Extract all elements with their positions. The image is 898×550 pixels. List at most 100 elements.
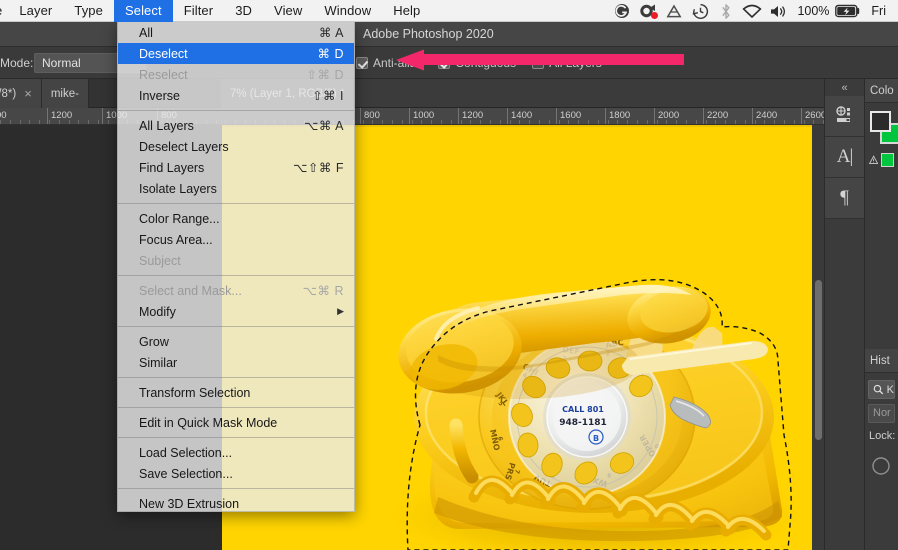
ruler-minor-tick bbox=[480, 120, 482, 124]
menu-item-shortcut: ⌘ D bbox=[317, 47, 344, 61]
ruler-minor-tick bbox=[764, 120, 766, 124]
document-tab[interactable]: mike- bbox=[41, 79, 89, 108]
warning-icon[interactable] bbox=[869, 154, 879, 166]
ruler-minor-tick bbox=[460, 120, 462, 124]
ruler-minor-tick bbox=[392, 120, 393, 124]
menu-item-new-3d-extrusion[interactable]: New 3D Extrusion bbox=[118, 493, 354, 511]
menu-item-grow[interactable]: Grow bbox=[118, 331, 354, 352]
ruler-minor-tick bbox=[519, 120, 521, 124]
panel-icon-rail: « A| ¶ bbox=[824, 79, 864, 550]
document-tab[interactable]: , RGB/8*) × bbox=[0, 79, 42, 108]
menu-item-shortcut: ⌥⌘ A bbox=[303, 119, 344, 133]
menu-item-modify[interactable]: Modify ▶ bbox=[118, 301, 354, 322]
menu-item-all-layers[interactable]: All Layers ⌥⌘ A bbox=[118, 115, 354, 136]
menu-item-label: Grow bbox=[139, 334, 169, 349]
time-machine-icon bbox=[692, 3, 709, 19]
canvas-vertical-scrollbar[interactable] bbox=[812, 125, 824, 550]
ruler-minor-tick bbox=[656, 120, 658, 124]
ruler-minor-tick bbox=[78, 120, 80, 124]
contiguous-checkbox[interactable]: Contiguous bbox=[438, 56, 516, 70]
menu-item-deselect[interactable]: Deselect ⌘ D bbox=[118, 43, 354, 64]
menu-window[interactable]: Window bbox=[313, 0, 382, 22]
ruler-minor-tick bbox=[107, 120, 109, 124]
layer-filter-search[interactable]: K bbox=[868, 380, 895, 399]
ruler-minor-tick bbox=[49, 120, 50, 124]
ruler-minor-tick bbox=[803, 120, 805, 124]
dial-card-line1: CALL 801 bbox=[562, 405, 604, 414]
app-menu-items: e Layer Type Select Filter 3D View Windo… bbox=[0, 0, 431, 22]
ruler-minor-tick bbox=[548, 120, 550, 124]
eye-icon[interactable] bbox=[871, 456, 891, 476]
battery-percent-label[interactable]: 100% bbox=[791, 0, 833, 22]
paragraph-panel-button[interactable]: ¶ bbox=[825, 178, 864, 219]
menu-item-similar[interactable]: Similar bbox=[118, 352, 354, 373]
menu-type[interactable]: Type bbox=[63, 0, 114, 22]
svg-text:B: B bbox=[593, 434, 599, 443]
ruler-minor-tick bbox=[686, 120, 687, 124]
all-layers-checkbox[interactable]: All Layers bbox=[532, 56, 602, 70]
foreground-color-swatch[interactable] bbox=[870, 111, 891, 132]
color-panel-title[interactable]: Colo bbox=[865, 79, 898, 103]
menu-item-color-range[interactable]: Color Range... bbox=[118, 208, 354, 229]
layer-thumbnail[interactable] bbox=[865, 444, 898, 481]
grammarly-menu-item[interactable] bbox=[609, 0, 635, 22]
ruler-minor-tick bbox=[411, 120, 413, 124]
scrollbar-thumb[interactable] bbox=[815, 280, 822, 440]
menu-item-save-selection[interactable]: Save Selection... bbox=[118, 463, 354, 484]
tab-title: , RGB/8*) bbox=[0, 87, 17, 100]
close-icon[interactable]: × bbox=[24, 87, 32, 100]
menu-view[interactable]: View bbox=[263, 0, 313, 22]
menu-layer[interactable]: Layer bbox=[8, 0, 63, 22]
menu-item-label: Load Selection... bbox=[139, 445, 233, 460]
ruler-minor-tick bbox=[490, 120, 491, 124]
volume-menu-item[interactable] bbox=[765, 0, 791, 22]
menu-item-isolate-layers[interactable]: Isolate Layers bbox=[118, 178, 354, 199]
history-panel-title[interactable]: Hist bbox=[865, 349, 898, 373]
menu-3d[interactable]: 3D bbox=[224, 0, 263, 22]
dial-card-line2: 948-1181 bbox=[559, 418, 607, 428]
time-machine-menu-item[interactable] bbox=[687, 0, 713, 22]
menu-item-deselect-layers[interactable]: Deselect Layers bbox=[118, 136, 354, 157]
menu-item-find-layers[interactable]: Find Layers ⌥⇧⌘ F bbox=[118, 157, 354, 178]
menu-help[interactable]: Help bbox=[382, 0, 431, 22]
color-swatches[interactable] bbox=[869, 111, 898, 145]
menu-separator bbox=[118, 203, 354, 204]
menu-item-inverse[interactable]: Inverse ⇧⌘ I bbox=[118, 85, 354, 106]
menu-item-edit-in-quick-mask-mode[interactable]: Edit in Quick Mask Mode bbox=[118, 412, 354, 433]
macos-menu-bar: e Layer Type Select Filter 3D View Windo… bbox=[0, 0, 898, 22]
menu-item-label: Inverse bbox=[139, 88, 180, 103]
gamut-color-swatch[interactable] bbox=[881, 153, 894, 167]
menu-item-load-selection[interactable]: Load Selection... bbox=[118, 442, 354, 463]
menu-item-focus-area[interactable]: Focus Area... bbox=[118, 229, 354, 250]
ruler-minor-tick bbox=[529, 120, 531, 124]
screen-record-menu-item[interactable] bbox=[635, 0, 661, 22]
ruler-minor-tick bbox=[441, 120, 442, 124]
ruler-minor-tick bbox=[98, 120, 99, 124]
menu-image-clipped[interactable]: e bbox=[0, 0, 8, 22]
anti-alias-checkbox[interactable]: Anti-alias bbox=[356, 56, 422, 70]
contiguous-label: Contiguous bbox=[455, 56, 517, 70]
menu-item-label: Modify bbox=[139, 304, 176, 319]
google-drive-menu-item[interactable] bbox=[661, 0, 687, 22]
layer-blend-mode-dropdown[interactable]: Nor bbox=[868, 404, 895, 423]
libraries-panel-button[interactable] bbox=[825, 96, 864, 137]
battery-menu-item[interactable] bbox=[833, 0, 863, 22]
wifi-menu-item[interactable] bbox=[739, 0, 765, 22]
ruler-minor-tick bbox=[372, 120, 374, 124]
menu-separator bbox=[118, 437, 354, 438]
ruler-minor-tick bbox=[744, 120, 746, 124]
collapse-panels-button[interactable]: « bbox=[825, 79, 864, 96]
select-dropdown-menu[interactable]: All ⌘ A Deselect ⌘ D Reselect ⇧⌘ D Inverse ⇧⌘ I… bbox=[117, 22, 355, 512]
color-panel-body bbox=[865, 103, 898, 173]
menu-filter[interactable]: Filter bbox=[173, 0, 225, 22]
menu-item-all[interactable]: All ⌘ A bbox=[118, 22, 354, 43]
menu-separator bbox=[118, 407, 354, 408]
clock-label[interactable]: Fri bbox=[863, 0, 892, 22]
character-panel-button[interactable]: A| bbox=[825, 137, 864, 178]
menu-item-transform-selection[interactable]: Transform Selection bbox=[118, 382, 354, 403]
menu-select[interactable]: Select bbox=[113, 0, 173, 22]
menu-item-label: Reselect bbox=[139, 67, 188, 82]
photoshop-window: Adobe Photoshop 2020 Mode: Normal Anti-a… bbox=[0, 0, 898, 550]
search-icon bbox=[873, 384, 884, 395]
bluetooth-menu-item[interactable] bbox=[713, 0, 739, 22]
